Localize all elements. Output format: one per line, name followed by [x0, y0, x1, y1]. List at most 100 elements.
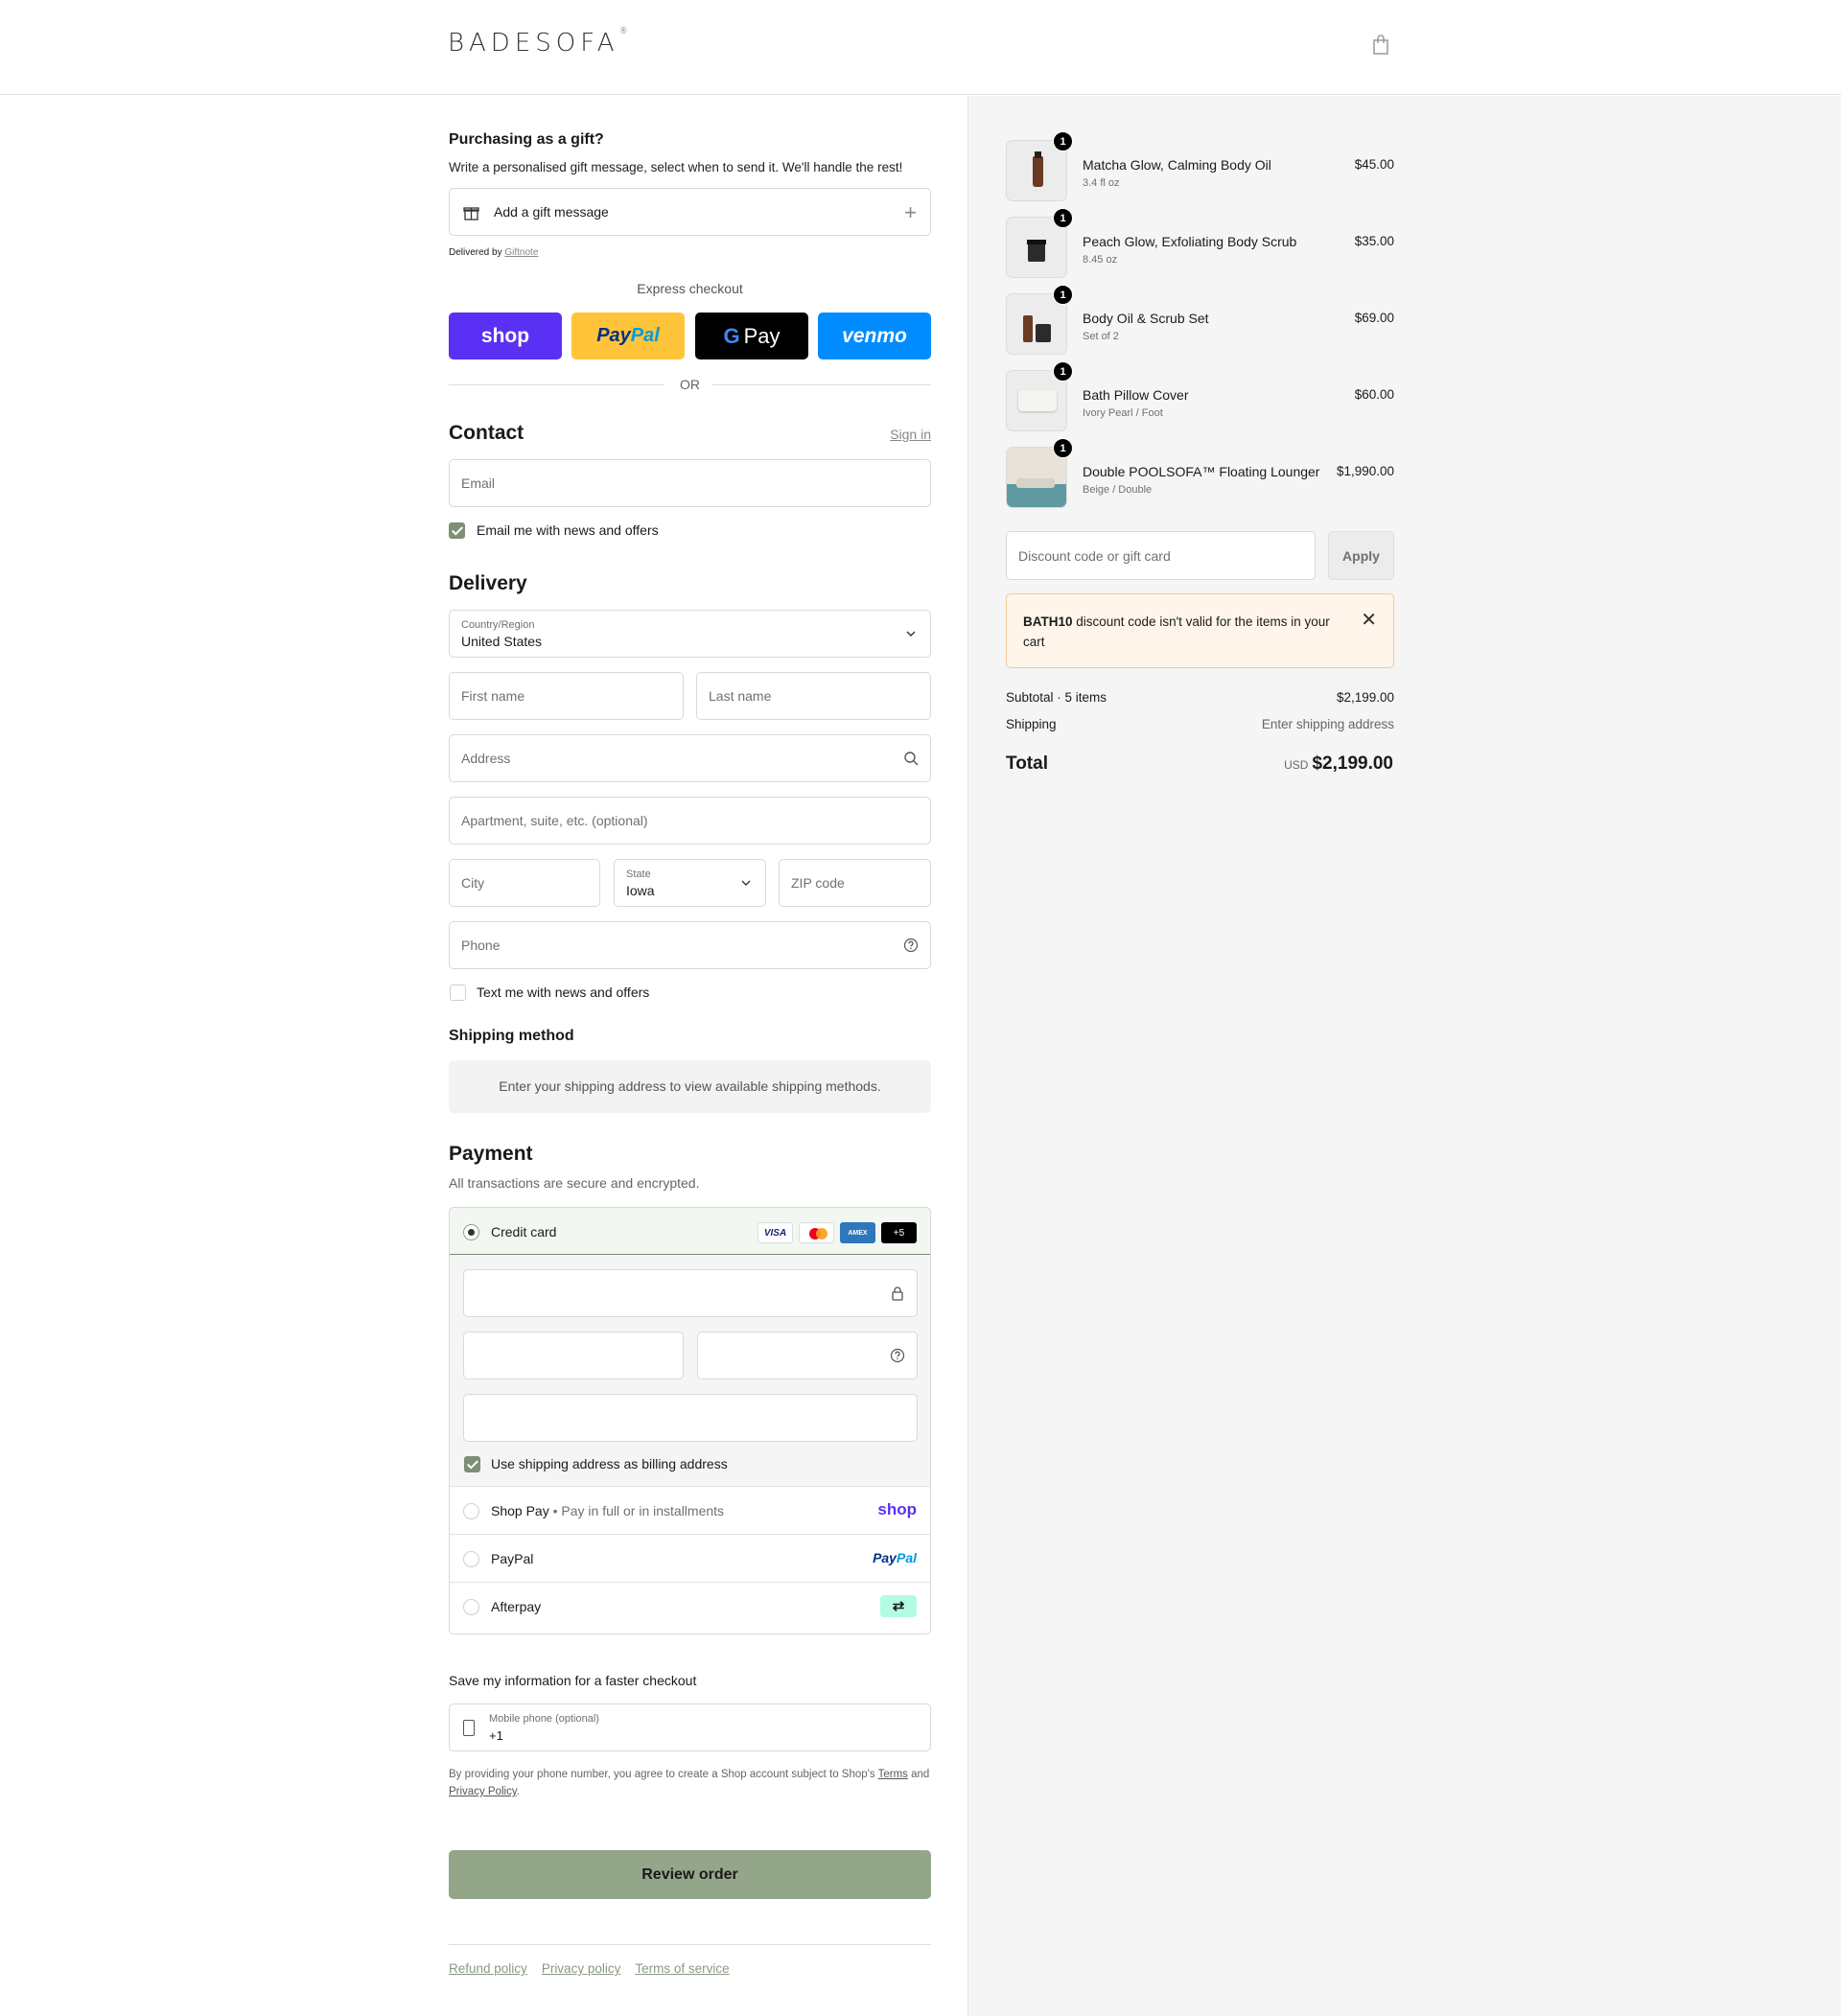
- gift-icon: [463, 207, 479, 220]
- item-variant: Ivory Pearl / Foot: [1083, 407, 1163, 419]
- or-divider-label: OR: [680, 377, 700, 392]
- sign-in-link[interactable]: Sign in: [890, 427, 931, 442]
- terms-link[interactable]: Terms: [878, 1769, 908, 1780]
- zip-code-field[interactable]: ZIP code: [779, 859, 931, 907]
- security-code-field[interactable]: [697, 1332, 918, 1379]
- footer-divider: [449, 1944, 931, 1945]
- giftnote-link[interactable]: Giftnote: [504, 247, 538, 258]
- payment-title: Payment: [449, 1143, 533, 1165]
- plus-icon: +: [904, 200, 917, 224]
- line-item: 1 Bath Pillow Cover Ivory Pearl / Foot $…: [1006, 361, 1394, 431]
- item-variant: Set of 2: [1083, 331, 1119, 342]
- total-label: Total: [1006, 753, 1048, 774]
- last-name-field[interactable]: Last name: [696, 672, 931, 720]
- apartment-field[interactable]: Apartment, suite, etc. (optional): [449, 797, 931, 845]
- state-select[interactable]: State Iowa: [614, 859, 766, 907]
- express-checkout-title: Express checkout: [637, 281, 743, 296]
- item-name: Bath Pillow Cover: [1083, 387, 1189, 403]
- paypal-radio[interactable]: [463, 1551, 479, 1567]
- apply-discount-button[interactable]: Apply: [1328, 531, 1394, 580]
- lock-icon: [892, 1286, 903, 1301]
- payment-subtitle: All transactions are secure and encrypte…: [449, 1175, 700, 1191]
- add-gift-message-button[interactable]: Add a gift message +: [449, 188, 931, 236]
- shopping-bag-icon[interactable]: [1371, 35, 1390, 56]
- shop-pay-option[interactable]: Shop Pay • Pay in full or in installment…: [450, 1487, 930, 1535]
- shop-pay-logo: shop: [877, 1500, 917, 1518]
- email-news-checkbox[interactable]: [449, 522, 465, 539]
- close-icon[interactable]: ✕: [1361, 608, 1377, 632]
- shop-legal-text: By providing your phone number, you agre…: [449, 1769, 930, 1797]
- line-item: 1 Peach Glow, Exfoliating Body Scrub 8.4…: [1006, 208, 1394, 278]
- item-name: Matcha Glow, Calming Body Oil: [1083, 157, 1271, 173]
- gift-message-label: Add a gift message: [494, 204, 609, 220]
- store-logo[interactable]: BADESOFA®: [448, 27, 628, 58]
- visa-icon: VISA: [757, 1222, 793, 1243]
- address-field[interactable]: Address: [449, 734, 931, 782]
- credit-card-option[interactable]: Credit card VISA AMEX +5: [450, 1208, 930, 1255]
- name-on-card-field[interactable]: [463, 1394, 918, 1442]
- order-summary: 1 Matcha Glow, Calming Body Oil 3.4 fl o…: [967, 96, 1841, 2016]
- chevron-down-icon: [906, 631, 916, 637]
- paypal-button[interactable]: Pay Pal: [571, 313, 685, 359]
- shipping-method-title: Shipping method: [449, 1028, 574, 1044]
- credit-card-radio[interactable]: [463, 1224, 479, 1240]
- google-g-icon: G: [723, 323, 740, 348]
- city-field[interactable]: City: [449, 859, 600, 907]
- quantity-badge: 1: [1053, 131, 1073, 151]
- paypal-logo: PayPal: [873, 1550, 917, 1565]
- item-price: $69.00: [1354, 311, 1394, 325]
- item-variant: 8.45 oz: [1083, 254, 1118, 266]
- item-price: $45.00: [1354, 157, 1394, 172]
- billing-same-checkbox[interactable]: [464, 1456, 480, 1472]
- gift-provider-note: Delivered by Giftnote: [449, 247, 539, 258]
- item-name: Body Oil & Scrub Set: [1083, 311, 1209, 326]
- text-news-checkbox[interactable]: [450, 985, 466, 1001]
- venmo-button[interactable]: venmo: [818, 313, 931, 359]
- mastercard-icon: [799, 1222, 834, 1243]
- shop-pay-button[interactable]: shop: [449, 313, 562, 359]
- gift-subtitle: Write a personalised gift message, selec…: [449, 160, 903, 174]
- item-variant: Beige / Double: [1083, 484, 1153, 496]
- delivery-title: Delivery: [449, 572, 527, 594]
- chevron-down-icon: [741, 880, 751, 886]
- credit-card-form: Use shipping address as billing address: [450, 1255, 930, 1487]
- line-item: 1 Double POOLSOFA™ Floating Lounger Beig…: [1006, 438, 1394, 508]
- amex-icon: AMEX: [840, 1222, 875, 1243]
- card-number-field[interactable]: [463, 1269, 918, 1317]
- mobile-phone-field[interactable]: Mobile phone (optional) +1: [449, 1703, 931, 1751]
- mobile-phone-icon: [463, 1720, 475, 1736]
- discount-error-alert: BATH10 discount code isn't valid for the…: [1006, 593, 1394, 668]
- text-news-label: Text me with news and offers: [477, 985, 650, 1000]
- country-select[interactable]: Country/Region United States: [449, 610, 931, 658]
- discount-code-input[interactable]: Discount code or gift card: [1006, 531, 1316, 580]
- phone-field[interactable]: Phone: [449, 921, 931, 969]
- afterpay-option[interactable]: Afterpay ⇄: [450, 1583, 930, 1631]
- review-order-button[interactable]: Review order: [449, 1850, 931, 1899]
- contact-title: Contact: [449, 422, 524, 444]
- gift-title: Purchasing as a gift?: [449, 131, 604, 148]
- total-value: USD $2,199.00: [1284, 753, 1393, 774]
- terms-of-service-link[interactable]: Terms of service: [635, 1961, 729, 1976]
- quantity-badge: 1: [1053, 285, 1073, 305]
- help-circle-icon[interactable]: [890, 1348, 905, 1363]
- item-price: $60.00: [1354, 387, 1394, 402]
- quantity-badge: 1: [1053, 361, 1073, 382]
- line-item: 1 Body Oil & Scrub Set Set of 2 $69.00: [1006, 285, 1394, 355]
- refund-policy-link[interactable]: Refund policy: [449, 1961, 527, 1976]
- afterpay-radio[interactable]: [463, 1599, 479, 1615]
- afterpay-logo: ⇄: [880, 1595, 917, 1617]
- paypal-option[interactable]: PayPal PayPal: [450, 1535, 930, 1583]
- alert-message: BATH10 discount code isn't valid for the…: [1023, 614, 1330, 649]
- first-name-field[interactable]: First name: [449, 672, 684, 720]
- privacy-policy-link[interactable]: Privacy policy: [542, 1961, 621, 1976]
- email-field[interactable]: Email: [449, 459, 931, 507]
- google-pay-button[interactable]: G Pay: [695, 313, 808, 359]
- privacy-link[interactable]: Privacy Policy: [449, 1786, 517, 1797]
- expiration-date-field[interactable]: [463, 1332, 684, 1379]
- card-brands: VISA AMEX +5: [757, 1222, 917, 1243]
- quantity-badge: 1: [1053, 438, 1073, 458]
- search-icon: [904, 752, 919, 766]
- item-name: Double POOLSOFA™ Floating Lounger: [1083, 464, 1320, 479]
- help-circle-icon[interactable]: [903, 938, 919, 953]
- shop-pay-radio[interactable]: [463, 1503, 479, 1519]
